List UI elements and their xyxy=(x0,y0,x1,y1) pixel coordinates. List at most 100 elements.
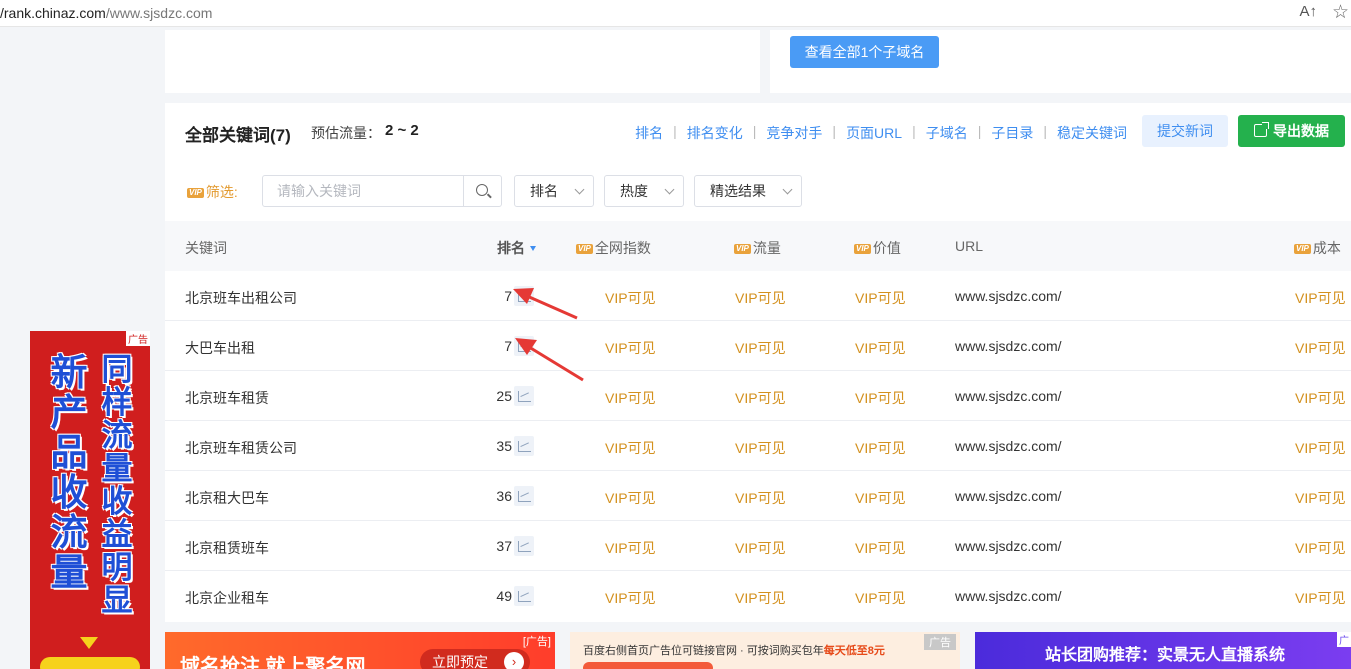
col-flow: VIP 流量 xyxy=(734,240,781,256)
rank-trend-icon[interactable] xyxy=(514,386,534,406)
cost-cell[interactable]: VIP可见 xyxy=(1295,438,1346,458)
rank-filter-dropdown[interactable]: 排名 xyxy=(514,175,594,207)
flow-cell[interactable]: VIP可见 xyxy=(735,488,786,508)
search-icon xyxy=(476,184,488,196)
featured-results-dropdown[interactable]: 精选结果 xyxy=(694,175,802,207)
url-cell[interactable]: www.sjsdzc.com/ xyxy=(955,438,1062,454)
cost-cell[interactable]: VIP可见 xyxy=(1295,488,1346,508)
cost-cell[interactable]: VIP可见 xyxy=(1295,288,1346,308)
chevron-down-icon xyxy=(782,184,793,195)
cost-cell[interactable]: VIP可见 xyxy=(1295,388,1346,408)
value-cell[interactable]: VIP可见 xyxy=(855,388,906,408)
view-all-subdomains-button[interactable]: 查看全部1个子域名 xyxy=(790,36,939,68)
ad-tag: 广 xyxy=(1337,632,1351,647)
url-path: /www.sjsdzc.com xyxy=(105,5,213,21)
col-cost: VIP 成本 xyxy=(1294,240,1341,256)
index-cell[interactable]: VIP可见 xyxy=(605,288,656,308)
url-cell[interactable]: www.sjsdzc.com/ xyxy=(955,338,1062,354)
vip-badge-icon: VIP xyxy=(854,244,871,254)
keyword-cell[interactable]: 北京租赁班车 xyxy=(185,538,269,558)
vertical-ad-banner[interactable]: 广告 新产品收流量 同样流量收益明显 xyxy=(30,331,150,669)
flow-cell[interactable]: VIP可见 xyxy=(735,588,786,608)
value-cell[interactable]: VIP可见 xyxy=(855,488,906,508)
value-cell[interactable]: VIP可见 xyxy=(855,338,906,358)
ad-banner-groupbuy[interactable]: 广 站长团购推荐：实景无人直播系统 xyxy=(975,632,1351,669)
rank-cell: 36 xyxy=(496,488,512,504)
link-page-url[interactable]: 页面URL xyxy=(846,123,902,143)
keyword-cell[interactable]: 北京班车出租公司 xyxy=(185,288,297,308)
url-cell[interactable]: www.sjsdzc.com/ xyxy=(955,288,1062,304)
url-cell[interactable]: www.sjsdzc.com/ xyxy=(955,538,1062,554)
value-cell[interactable]: VIP可见 xyxy=(855,288,906,308)
index-cell[interactable]: VIP可见 xyxy=(605,438,656,458)
link-subdomain[interactable]: 子域名 xyxy=(926,123,968,143)
ad-banner-domain[interactable]: [广告] 域名抢注 就上聚名网 立即预定 › xyxy=(165,632,555,669)
rank-cell: 37 xyxy=(496,538,512,554)
url-text[interactable]: /rank.chinaz.com/www.sjsdzc.com xyxy=(0,5,212,21)
ad-tag: 广告 xyxy=(924,634,956,650)
rank-cell: 49 xyxy=(496,588,512,604)
index-cell[interactable]: VIP可见 xyxy=(605,338,656,358)
flow-cell[interactable]: VIP可见 xyxy=(735,538,786,558)
rank-trend-icon[interactable] xyxy=(514,286,534,306)
ad-cta-button[interactable]: 立即预定 › xyxy=(420,649,530,669)
rank-trend-icon[interactable] xyxy=(514,436,534,456)
ad-cta-pill[interactable] xyxy=(40,657,140,669)
search-button[interactable] xyxy=(463,176,501,206)
cost-cell[interactable]: VIP可见 xyxy=(1295,538,1346,558)
url-cell[interactable]: www.sjsdzc.com/ xyxy=(955,488,1062,504)
rank-trend-icon[interactable] xyxy=(514,486,534,506)
keyword-cell[interactable]: 北京班车租赁 xyxy=(185,388,269,408)
col-rank[interactable]: 排名 xyxy=(497,238,536,258)
table-row: 北京班车租赁公司 35 VIP可见 VIP可见 VIP可见 www.sjsdzc… xyxy=(165,421,1351,471)
rank-cell: 7 xyxy=(504,338,512,354)
ad-cta-strip[interactable] xyxy=(583,662,713,669)
keyword-cell[interactable]: 北京班车租赁公司 xyxy=(185,438,297,458)
export-label: 导出数据 xyxy=(1273,123,1329,139)
link-rank-change[interactable]: 排名变化 xyxy=(687,123,743,143)
flow-cell[interactable]: VIP可见 xyxy=(735,438,786,458)
heat-filter-dropdown[interactable]: 热度 xyxy=(604,175,684,207)
panel-title: 全部关键词(7) xyxy=(185,126,291,145)
url-cell[interactable]: www.sjsdzc.com/ xyxy=(955,588,1062,604)
value-cell[interactable]: VIP可见 xyxy=(855,438,906,458)
read-aloud-icon[interactable]: A↑ xyxy=(1299,3,1317,20)
rank-trend-icon[interactable] xyxy=(514,336,534,356)
submit-new-word-button[interactable]: 提交新词 xyxy=(1142,115,1228,147)
index-cell[interactable]: VIP可见 xyxy=(605,538,656,558)
value-cell[interactable]: VIP可见 xyxy=(855,538,906,558)
table-row: 北京租赁班车 37 VIP可见 VIP可见 VIP可见 www.sjsdzc.c… xyxy=(165,521,1351,571)
link-rank[interactable]: 排名 xyxy=(635,123,663,143)
index-cell[interactable]: VIP可见 xyxy=(605,488,656,508)
link-competitors[interactable]: 竞争对手 xyxy=(766,123,822,143)
index-cell[interactable]: VIP可见 xyxy=(605,388,656,408)
keyword-cell[interactable]: 大巴车出租 xyxy=(185,338,255,358)
rank-trend-icon[interactable] xyxy=(514,536,534,556)
ad-text: 域名抢注 就上聚名网 xyxy=(180,656,366,669)
cost-cell[interactable]: VIP可见 xyxy=(1295,338,1346,358)
flow-cell[interactable]: VIP可见 xyxy=(735,288,786,308)
url-cell[interactable]: www.sjsdzc.com/ xyxy=(955,388,1062,404)
rank-trend-icon[interactable] xyxy=(514,586,534,606)
keyword-cell[interactable]: 北京租大巴车 xyxy=(185,488,269,508)
link-stable-keywords[interactable]: 稳定关键词 xyxy=(1057,123,1127,143)
keyword-cell[interactable]: 北京企业租车 xyxy=(185,588,269,608)
export-data-button[interactable]: 导出数据 xyxy=(1238,115,1345,147)
index-cell[interactable]: VIP可见 xyxy=(605,588,656,608)
vip-badge-icon: VIP xyxy=(187,188,204,198)
favorite-star-icon[interactable]: ☆ xyxy=(1332,1,1349,24)
overview-card-left xyxy=(165,30,760,93)
browser-address-bar[interactable]: /rank.chinaz.com/www.sjsdzc.com A↑ ☆ xyxy=(0,0,1351,27)
flow-cell[interactable]: VIP可见 xyxy=(735,338,786,358)
header-nav-links: 排名 | 排名变化 | 竞争对手 | 页面URL | 子域名 | 子目录 | 稳定关键词 xyxy=(635,123,1127,143)
overview-card-right: 查看全部1个子域名 xyxy=(770,30,1351,93)
value-cell[interactable]: VIP可见 xyxy=(855,588,906,608)
flow-cell[interactable]: VIP可见 xyxy=(735,388,786,408)
keyword-search-input[interactable] xyxy=(263,176,464,206)
cost-cell[interactable]: VIP可见 xyxy=(1295,588,1346,608)
table-row: 北京企业租车 49 VIP可见 VIP可见 VIP可见 www.sjsdzc.c… xyxy=(165,571,1351,621)
url-host: /rank.chinaz.com xyxy=(0,5,106,21)
link-subdirectory[interactable]: 子目录 xyxy=(991,123,1033,143)
ad-banner-baidu[interactable]: 广告 百度右侧首页广告位可链接官网 · 可按词购买包年每天低至8元 xyxy=(570,632,960,669)
col-keyword: 关键词 xyxy=(185,240,227,256)
